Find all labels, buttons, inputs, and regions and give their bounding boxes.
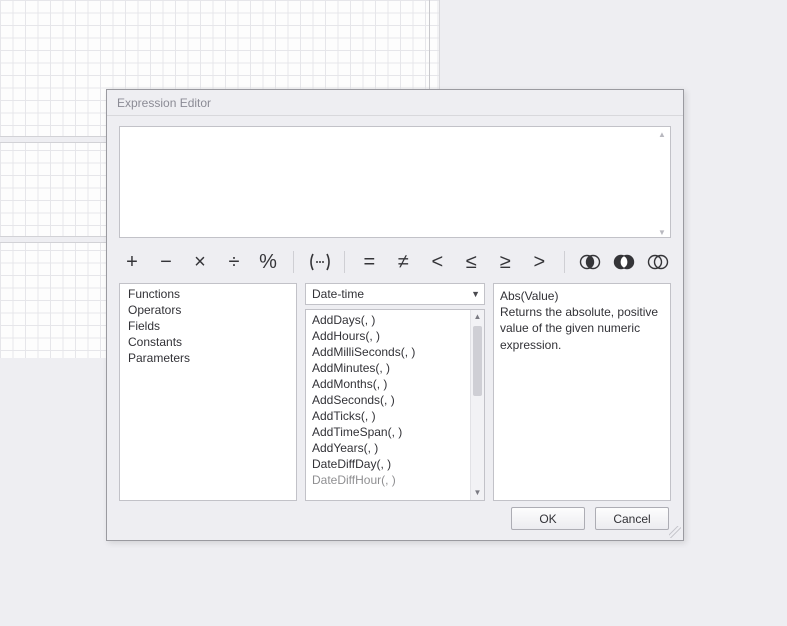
or-operator-button[interactable] xyxy=(613,253,635,271)
modulo-operator-button[interactable]: % xyxy=(257,252,279,272)
and-operator-button[interactable] xyxy=(579,253,601,271)
resize-grip-icon[interactable] xyxy=(669,526,681,538)
function-item[interactable]: AddMilliSeconds(, ) xyxy=(312,344,464,360)
category-item[interactable]: Operators xyxy=(126,302,290,318)
category-item[interactable]: Constants xyxy=(126,334,290,350)
description-panel: Abs(Value) Returns the absolute, positiv… xyxy=(493,283,671,501)
category-item[interactable]: Functions xyxy=(126,286,290,302)
subcategory-selected-label: Date-time xyxy=(312,287,364,301)
toolbar-divider xyxy=(344,251,345,273)
venn-or-icon xyxy=(613,253,635,271)
lessthan-operator-button[interactable]: < xyxy=(426,252,448,272)
category-item[interactable]: Fields xyxy=(126,318,290,334)
venn-not-icon xyxy=(647,253,669,271)
greaterthan-operator-button[interactable]: > xyxy=(528,252,550,272)
not-operator-button[interactable] xyxy=(647,253,669,271)
description-signature: Abs(Value) xyxy=(500,288,664,304)
cancel-button[interactable]: Cancel xyxy=(595,507,669,530)
parentheses-icon xyxy=(308,252,332,272)
multiply-operator-button[interactable]: × xyxy=(189,252,211,272)
toolbar-divider xyxy=(564,251,565,273)
chevron-down-icon: ▼ xyxy=(471,289,480,299)
function-item[interactable]: AddMinutes(, ) xyxy=(312,360,464,376)
operator-toolbar: + − × ÷ % = ≠ < ≤ ≥ > xyxy=(119,247,671,277)
subcategory-dropdown[interactable]: Date-time ▼ xyxy=(305,283,485,305)
group-operator-button[interactable] xyxy=(308,252,330,272)
category-item[interactable]: Parameters xyxy=(126,350,290,366)
lessthanequal-operator-button[interactable]: ≤ xyxy=(460,252,482,272)
ok-button[interactable]: OK xyxy=(511,507,585,530)
minus-operator-button[interactable]: − xyxy=(155,252,177,272)
equal-operator-button[interactable]: = xyxy=(358,252,380,272)
dialog-title: Expression Editor xyxy=(107,90,683,116)
function-item[interactable]: DateDiffHour(, ) xyxy=(312,472,464,488)
function-item[interactable]: AddDays(, ) xyxy=(312,312,464,328)
function-item[interactable]: DateDiffDay(, ) xyxy=(312,456,464,472)
function-list[interactable]: AddDays(, ) AddHours(, ) AddMilliSeconds… xyxy=(306,310,470,490)
expression-input[interactable] xyxy=(119,126,671,238)
scroll-track[interactable] xyxy=(471,324,484,486)
function-item[interactable]: AddMonths(, ) xyxy=(312,376,464,392)
function-item[interactable]: AddSeconds(, ) xyxy=(312,392,464,408)
greaterthanequal-operator-button[interactable]: ≥ xyxy=(494,252,516,272)
venn-and-icon xyxy=(579,253,601,271)
function-item[interactable]: AddHours(, ) xyxy=(312,328,464,344)
function-item[interactable]: AddTicks(, ) xyxy=(312,408,464,424)
function-panel: Date-time ▼ AddDays(, ) AddHours(, ) Add… xyxy=(305,283,485,501)
notequal-operator-button[interactable]: ≠ xyxy=(392,252,414,272)
scroll-up-icon[interactable]: ▲ xyxy=(471,310,484,324)
function-list-scrollbar[interactable]: ▲ ▼ xyxy=(470,310,484,500)
function-item[interactable]: AddYears(, ) xyxy=(312,440,464,456)
plus-operator-button[interactable]: + xyxy=(121,252,143,272)
expression-editor-dialog: Expression Editor ▲ ▼ + − × ÷ % xyxy=(106,89,684,541)
toolbar-divider xyxy=(293,251,294,273)
description-text: Returns the absolute, positive value of … xyxy=(500,304,664,353)
scroll-thumb[interactable] xyxy=(473,326,482,396)
scroll-down-icon[interactable]: ▼ xyxy=(471,486,484,500)
category-panel: Functions Operators Fields Constants Par… xyxy=(119,283,297,501)
category-list[interactable]: Functions Operators Fields Constants Par… xyxy=(120,284,296,368)
divide-operator-button[interactable]: ÷ xyxy=(223,252,245,272)
function-item[interactable]: AddTimeSpan(, ) xyxy=(312,424,464,440)
